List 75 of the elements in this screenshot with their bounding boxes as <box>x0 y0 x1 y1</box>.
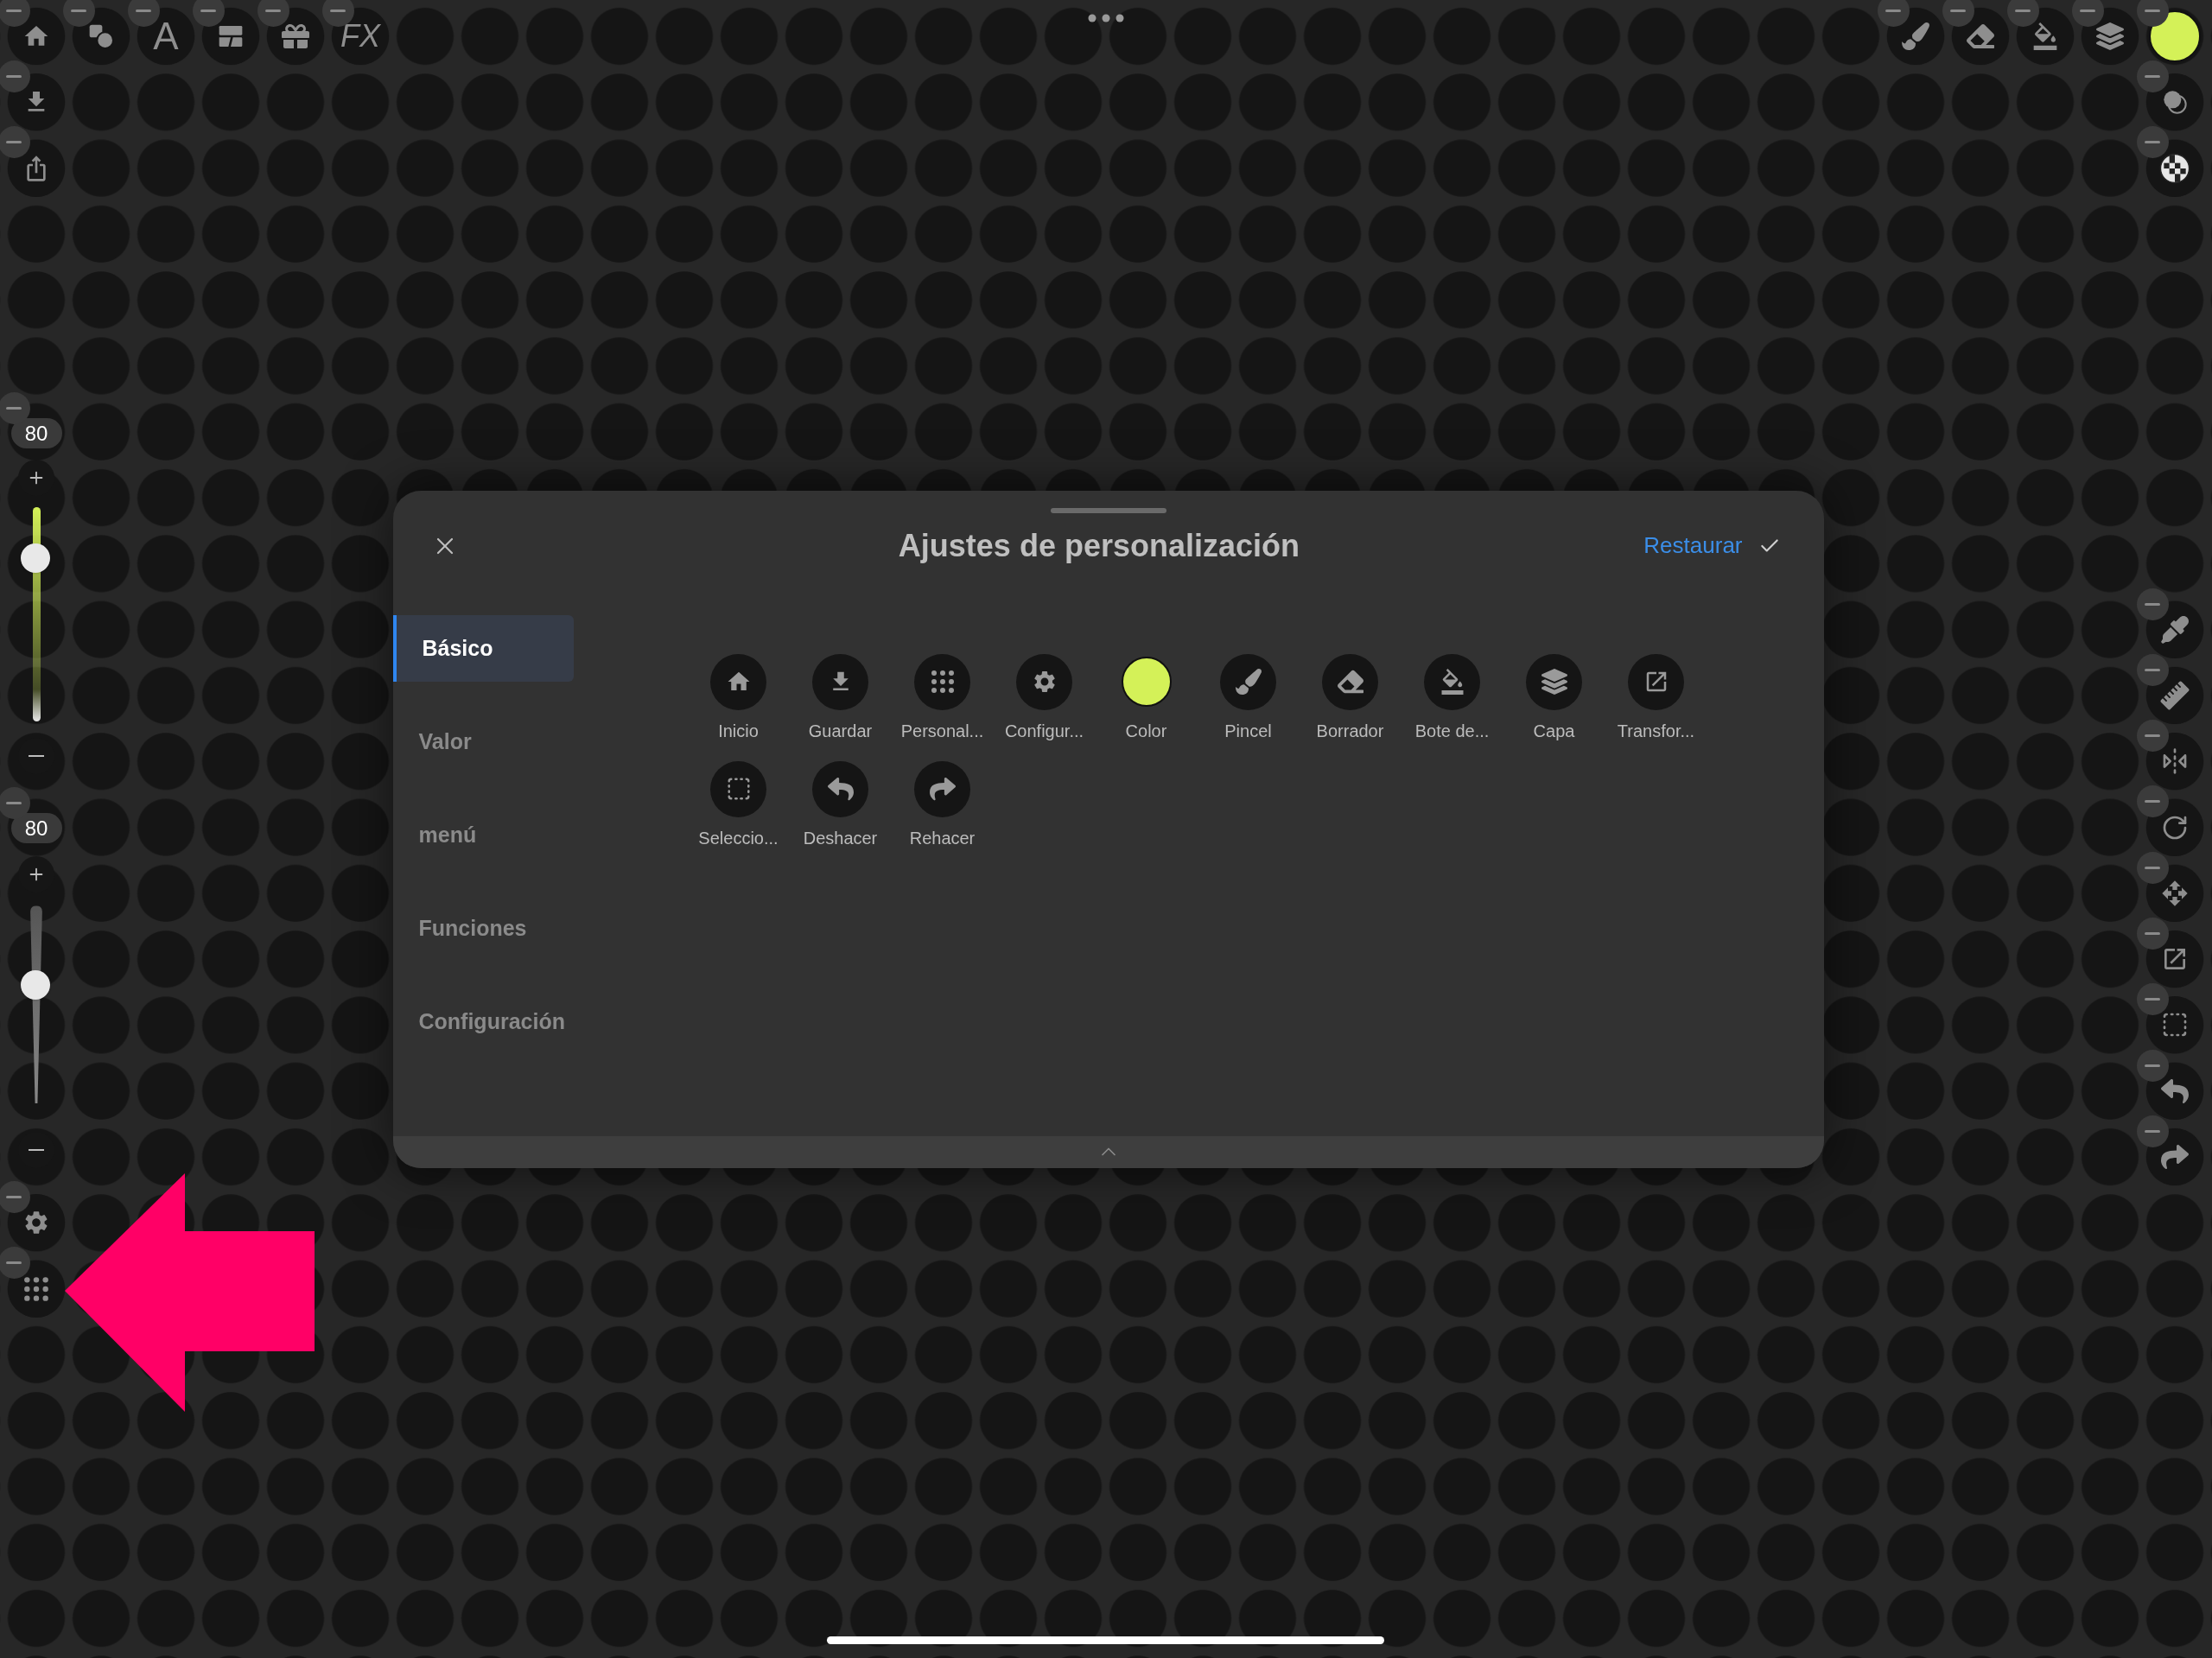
dot-grid-icon <box>929 669 956 696</box>
shapes-icon <box>87 22 115 50</box>
remove-badge[interactable] <box>2136 918 2169 950</box>
eyedropper-icon <box>2161 615 2189 644</box>
dialog-title: Ajustes de personalización <box>897 526 1300 565</box>
remove-badge[interactable] <box>2136 851 2169 884</box>
remove-badge[interactable] <box>2136 0 2169 27</box>
remove-badge[interactable] <box>2136 653 2169 686</box>
sidebar-tab[interactable]: Configuración <box>392 988 574 1055</box>
move-icon <box>2161 879 2189 907</box>
remove-badge[interactable] <box>62 0 95 27</box>
slider-thumb[interactable] <box>21 970 50 1000</box>
undo-icon <box>827 776 854 803</box>
gift-icon <box>282 22 309 50</box>
remove-badge[interactable] <box>1877 0 1910 27</box>
eraser-icon <box>1967 22 1994 50</box>
tool-label: Transfor... <box>1617 720 1695 741</box>
eraser-icon <box>1337 669 1363 696</box>
remove-badge[interactable] <box>0 787 30 820</box>
drag-handle[interactable] <box>1050 507 1166 513</box>
value-readout: 80 <box>10 417 62 448</box>
color-swatch[interactable] <box>2149 10 2201 62</box>
remove-badge[interactable] <box>2071 0 2104 27</box>
paint-bucket-icon <box>2031 22 2059 50</box>
tool-label: Bote de... <box>1414 720 1490 741</box>
remove-badge[interactable] <box>2006 0 2039 27</box>
remove-badge[interactable] <box>2136 60 2169 93</box>
tool-label: Color <box>1125 720 1167 741</box>
minus-icon <box>29 754 44 757</box>
slider-thumb[interactable] <box>21 543 50 574</box>
tool-label: Configur... <box>1004 720 1084 741</box>
sidebar-tab[interactable]: menú <box>392 801 574 868</box>
value-readout: 80 <box>10 813 62 844</box>
brush-icon <box>1902 22 1929 50</box>
more-icon <box>1088 14 1124 22</box>
undo-icon <box>2161 1077 2189 1105</box>
remove-badge[interactable] <box>2136 1115 2169 1147</box>
redo-icon <box>2161 1143 2189 1172</box>
overlapping-circles-icon <box>2161 88 2189 117</box>
reset-button[interactable]: Restaurar <box>1643 529 1743 563</box>
tool-label: Inicio <box>718 720 759 741</box>
sidebar-tab[interactable]: Básico <box>392 614 574 682</box>
remove-badge[interactable] <box>2136 785 2169 818</box>
remove-badge[interactable] <box>257 0 289 27</box>
sidebar-tab[interactable]: Valor <box>392 708 574 775</box>
tool-label: Borrador <box>1316 720 1384 741</box>
layers-icon <box>2096 22 2124 50</box>
dot-grid-icon <box>22 1274 50 1303</box>
tool-label: Guardar <box>808 720 873 741</box>
remove-badge[interactable] <box>0 60 30 93</box>
tool-label: Capa <box>1533 720 1575 741</box>
minus-icon <box>29 1149 44 1152</box>
mirror-icon <box>2161 747 2189 776</box>
remove-badge[interactable] <box>2136 588 2169 620</box>
sidebar-tab[interactable]: Funciones <box>392 894 574 962</box>
tool-label: Rehacer <box>909 827 976 848</box>
tool-label: Seleccio... <box>698 827 779 848</box>
layers-icon <box>1541 669 1567 696</box>
remove-badge[interactable] <box>0 391 30 424</box>
tool-label: Deshacer <box>803 827 878 848</box>
remove-badge[interactable] <box>2136 1049 2169 1082</box>
brush-icon <box>1235 669 1262 696</box>
tool-label: Personal... <box>900 720 984 741</box>
remove-badge[interactable] <box>0 126 30 159</box>
checkered-circle-icon <box>2158 151 2191 185</box>
redo-icon <box>929 776 956 803</box>
remove-badge[interactable] <box>2136 983 2169 1016</box>
remove-badge[interactable] <box>0 0 30 27</box>
remove-badge[interactable] <box>192 0 225 27</box>
remove-badge[interactable] <box>0 1181 30 1214</box>
remove-badge[interactable] <box>2136 126 2169 159</box>
tool-label: Pincel <box>1224 720 1272 741</box>
remove-badge[interactable] <box>0 1247 30 1280</box>
remove-badge[interactable] <box>2136 720 2169 753</box>
remove-badge[interactable] <box>1942 0 1974 27</box>
